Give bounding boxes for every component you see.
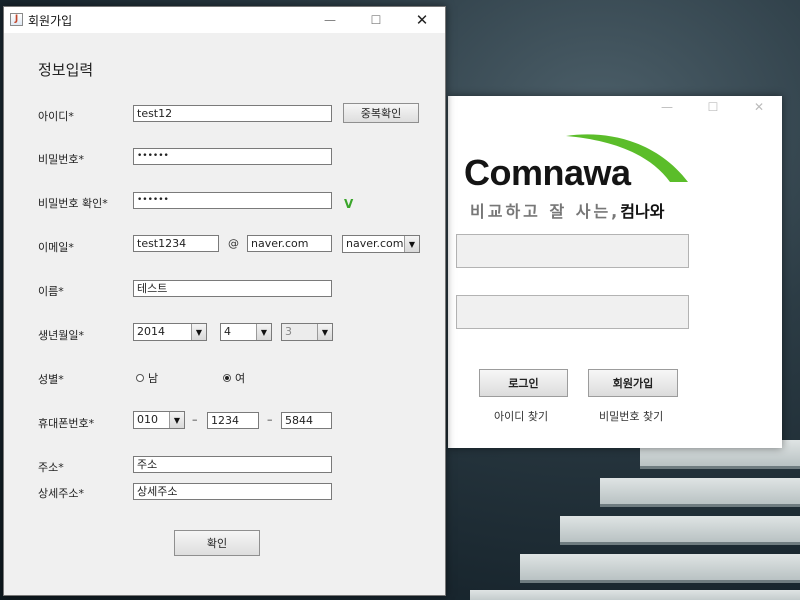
minimize-icon[interactable]: —: [644, 96, 690, 118]
login-button[interactable]: 로그인: [479, 369, 568, 397]
logo-slogan: 비교하고 잘 사는,컴나와: [470, 198, 664, 222]
login-window-controls: — ☐ ✕: [644, 96, 782, 118]
phone-last-input[interactable]: 5844: [281, 412, 332, 429]
id-duplicate-check-button[interactable]: 중복확인: [343, 103, 419, 123]
maximize-icon[interactable]: ☐: [353, 7, 399, 33]
chevron-down-icon[interactable]: ▼: [317, 324, 332, 340]
birth-day-select[interactable]: 3 ▼: [281, 323, 333, 341]
phone-prefix-value: 010: [137, 413, 158, 426]
id-input[interactable]: test12: [133, 105, 332, 122]
gender-label: 성별*: [38, 373, 64, 386]
email-domain-input[interactable]: naver.com: [247, 235, 332, 252]
password-match-check: V: [344, 197, 354, 211]
phone-prefix-select[interactable]: 010 ▼: [133, 411, 185, 429]
radio-unchecked-icon: [136, 374, 144, 382]
address-detail-input[interactable]: 상세주소: [133, 483, 332, 500]
login-window: — ☐ ✕ Comnawa 비교하고 잘 사는,컴나와 로그인 회원가입 아이디…: [448, 96, 782, 448]
gender-female-label: 여: [235, 372, 246, 385]
find-id-link[interactable]: 아이디 찾기: [494, 408, 548, 424]
title-bar: J 회원가입 — ☐ ✕: [4, 7, 445, 33]
chevron-down-icon[interactable]: ▼: [256, 324, 271, 340]
password-confirm-input[interactable]: ••••••: [133, 192, 332, 209]
login-id-input[interactable]: [456, 234, 689, 268]
password-label: 비밀번호*: [38, 153, 84, 166]
minimize-icon[interactable]: —: [307, 7, 353, 33]
email-at-sign: @: [228, 237, 239, 250]
java-app-icon: J: [10, 13, 23, 26]
chevron-down-icon[interactable]: ▼: [191, 324, 206, 340]
address-label: 주소*: [38, 461, 64, 474]
birth-month-value: 4: [224, 325, 231, 338]
login-password-input[interactable]: [456, 295, 689, 329]
gender-female-radio[interactable]: 여: [223, 370, 245, 386]
slogan-text: 비교하고 잘 사는,: [470, 202, 621, 221]
stair-step: [600, 478, 800, 504]
find-password-link[interactable]: 비밀번호 찾기: [599, 408, 663, 424]
id-label: 아이디*: [38, 110, 74, 123]
stair-step: [560, 516, 800, 542]
birth-year-select[interactable]: 2014 ▼: [133, 323, 207, 341]
password-confirm-label: 비밀번호 확인*: [38, 197, 108, 210]
close-icon[interactable]: ✕: [399, 7, 445, 33]
birth-month-select[interactable]: 4 ▼: [220, 323, 272, 341]
phone-dash: –: [267, 413, 273, 426]
phone-middle-input[interactable]: 1234: [207, 412, 259, 429]
logo-text: Comnawa: [464, 152, 631, 193]
close-icon[interactable]: ✕: [736, 96, 782, 118]
gender-male-label: 남: [148, 372, 159, 385]
stair-step: [520, 554, 800, 580]
password-input[interactable]: ••••••: [133, 148, 332, 165]
email-label: 이메일*: [38, 241, 74, 254]
birth-day-value: 3: [285, 325, 292, 338]
name-label: 이름*: [38, 285, 64, 298]
radio-checked-icon: [223, 374, 231, 382]
maximize-icon[interactable]: ☐: [690, 96, 736, 118]
phone-label: 휴대폰번호*: [38, 417, 95, 430]
birth-label: 생년월일*: [38, 329, 84, 342]
gender-male-radio[interactable]: 남: [136, 370, 158, 386]
signup-window: J 회원가입 — ☐ ✕ 정보입력 아이디* test12 중복확인 비밀번호*…: [3, 6, 446, 596]
page-title: 정보입력: [38, 61, 94, 79]
slogan-brand: 컴나와: [620, 202, 665, 221]
email-domain-select[interactable]: naver.com ▼: [342, 235, 420, 253]
stair-step: [470, 590, 800, 600]
window-title: 회원가입: [28, 14, 73, 28]
name-input[interactable]: 테스트: [133, 280, 332, 297]
window-controls: — ☐ ✕: [307, 7, 445, 33]
address-detail-label: 상세주소*: [38, 487, 84, 500]
phone-dash: –: [192, 413, 198, 426]
chevron-down-icon[interactable]: ▼: [169, 412, 184, 428]
email-local-input[interactable]: test1234: [133, 235, 219, 252]
signup-button[interactable]: 회원가입: [588, 369, 678, 397]
email-domain-select-value: naver.com: [346, 237, 404, 250]
confirm-button[interactable]: 확인: [174, 530, 260, 556]
address-input[interactable]: 주소: [133, 456, 332, 473]
chevron-down-icon[interactable]: ▼: [404, 236, 419, 252]
birth-year-value: 2014: [137, 325, 165, 338]
